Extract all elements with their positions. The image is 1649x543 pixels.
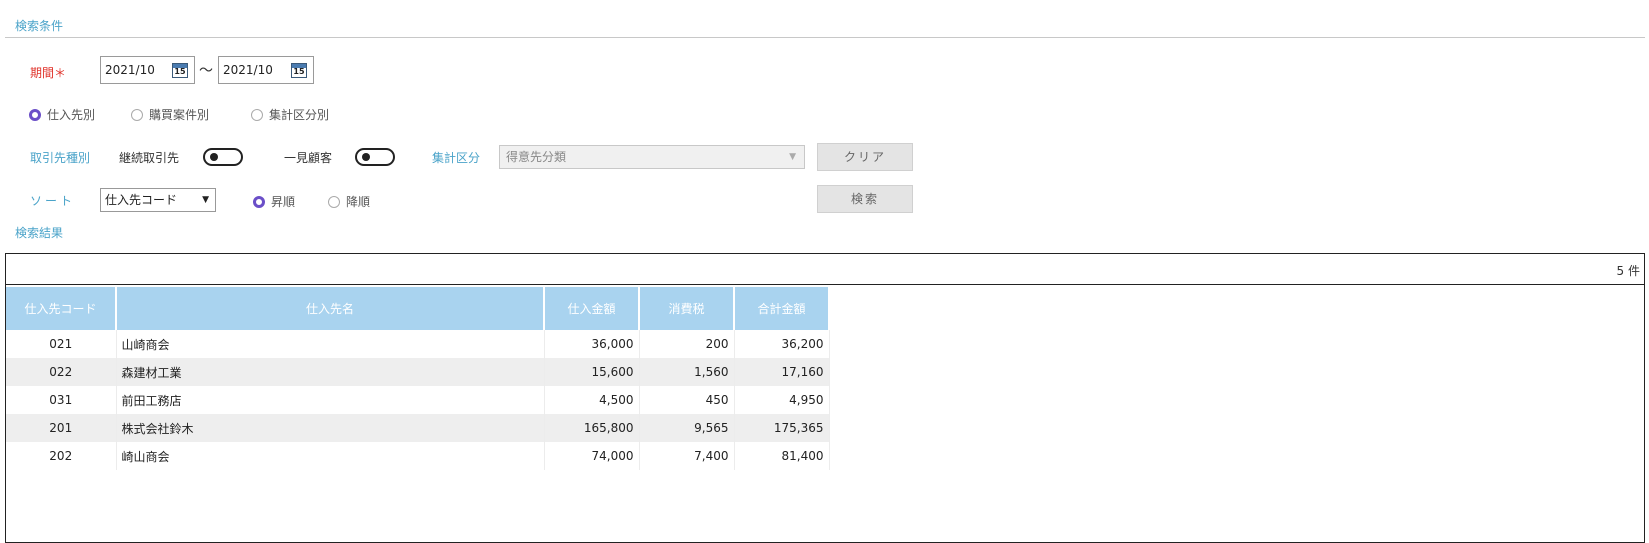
cell-total: 36,200 — [734, 330, 830, 358]
results-table: 仕入先コード 仕入先名 仕入金額 消費税 合計金額 021 山崎商会 36,00… — [6, 287, 830, 470]
period-from-value: 2021/10 — [105, 63, 155, 77]
aggregation-label: 集計区分 — [432, 151, 481, 165]
radio-sort-ascending[interactable]: 昇順 — [253, 193, 295, 210]
cell-supplier-name: 前田工務店 — [116, 386, 545, 414]
clear-button[interactable]: クリア — [817, 143, 913, 171]
divider — [5, 37, 1645, 38]
search-button[interactable]: 検索 — [817, 185, 913, 213]
radio-group-by-purchase-case[interactable]: 購買案件別 — [131, 106, 209, 123]
sort-select[interactable]: 仕入先コード ▼ — [100, 188, 216, 212]
period-label-text: 期間 — [30, 66, 55, 80]
walkin-customer-toggle[interactable] — [355, 148, 395, 166]
column-header-supplier-name[interactable]: 仕入先名 — [116, 287, 545, 330]
aggregation-value: 得意先分類 — [506, 150, 567, 164]
cell-purchase-amount: 74,000 — [544, 442, 640, 470]
radio-unselected-icon — [328, 195, 340, 208]
cell-tax: 1,560 — [639, 358, 735, 386]
sort-value: 仕入先コード — [105, 193, 178, 207]
radio-label: 仕入先別 — [47, 108, 96, 122]
result-count: 5 件 — [1616, 264, 1640, 278]
cell-supplier-code: 022 — [6, 358, 117, 386]
sort-label: ソート — [30, 194, 76, 208]
calendar-icon[interactable]: 15 — [291, 63, 307, 78]
cell-tax: 9,565 — [639, 414, 735, 442]
cell-supplier-name: 株式会社鈴木 — [116, 414, 545, 442]
search-conditions-title: 検索条件 — [15, 19, 64, 33]
radio-label: 購買案件別 — [149, 108, 210, 122]
period-to-value: 2021/10 — [223, 63, 273, 77]
cell-tax: 7,400 — [639, 442, 735, 470]
radio-selected-icon — [253, 195, 265, 208]
results-panel: 5 件 仕入先コード 仕入先名 仕入金額 消費税 合計金額 021 山崎商会 3… — [5, 253, 1645, 543]
cell-supplier-name: 山崎商会 — [116, 330, 545, 358]
table-row[interactable]: 021 山崎商会 36,000 200 36,200 — [6, 330, 830, 358]
continuous-customer-toggle[interactable] — [203, 148, 243, 166]
column-header-total[interactable]: 合計金額 — [734, 287, 830, 330]
table-row[interactable]: 031 前田工務店 4,500 450 4,950 — [6, 386, 830, 414]
cell-purchase-amount: 165,800 — [544, 414, 640, 442]
cell-total: 81,400 — [734, 442, 830, 470]
table-row[interactable]: 022 森建材工業 15,600 1,560 17,160 — [6, 358, 830, 386]
customer-type-label: 取引先種別 — [30, 151, 91, 165]
radio-group-by-supplier[interactable]: 仕入先別 — [29, 106, 95, 123]
radio-group-by-aggregation[interactable]: 集計区分別 — [251, 106, 329, 123]
radio-unselected-icon — [131, 108, 143, 121]
radio-label: 降順 — [346, 195, 371, 209]
period-separator: ～ — [199, 63, 213, 79]
toggle-knob — [210, 153, 218, 161]
radio-label: 昇順 — [271, 195, 296, 209]
radio-label: 集計区分別 — [269, 108, 330, 122]
calendar-day: 15 — [293, 67, 305, 76]
continuous-customer-label: 継続取引先 — [119, 151, 180, 165]
radio-sort-descending[interactable]: 降順 — [328, 193, 370, 210]
period-label: 期間＊ — [30, 64, 66, 81]
table-row[interactable]: 202 崎山商会 74,000 7,400 81,400 — [6, 442, 830, 470]
cell-supplier-name: 森建材工業 — [116, 358, 545, 386]
chevron-down-icon: ▼ — [202, 195, 209, 205]
column-header-supplier-code[interactable]: 仕入先コード — [6, 287, 117, 330]
cell-supplier-code: 201 — [6, 414, 117, 442]
cell-supplier-code: 202 — [6, 442, 117, 470]
period-to-field[interactable]: 2021/10 15 — [218, 56, 314, 84]
table-row[interactable]: 201 株式会社鈴木 165,800 9,565 175,365 — [6, 414, 830, 442]
radio-selected-icon — [29, 108, 41, 121]
aggregation-select[interactable]: 得意先分類 ▼ — [499, 145, 805, 169]
cell-purchase-amount: 15,600 — [544, 358, 640, 386]
calendar-day: 15 — [174, 67, 186, 76]
period-from-field[interactable]: 2021/10 15 — [100, 56, 195, 84]
table-header-row: 仕入先コード 仕入先名 仕入金額 消費税 合計金額 — [6, 287, 830, 330]
cell-supplier-name: 崎山商会 — [116, 442, 545, 470]
cell-supplier-code: 031 — [6, 386, 117, 414]
cell-purchase-amount: 4,500 — [544, 386, 640, 414]
calendar-icon[interactable]: 15 — [172, 63, 188, 78]
toggle-knob — [362, 153, 370, 161]
radio-unselected-icon — [251, 108, 263, 121]
cell-total: 4,950 — [734, 386, 830, 414]
column-header-purchase-amount[interactable]: 仕入金額 — [544, 287, 640, 330]
cell-total: 175,365 — [734, 414, 830, 442]
result-count-bar: 5 件 — [6, 254, 1644, 285]
chevron-down-icon: ▼ — [789, 152, 796, 162]
column-header-tax[interactable]: 消費税 — [639, 287, 735, 330]
cell-tax: 200 — [639, 330, 735, 358]
cell-supplier-code: 021 — [6, 330, 117, 358]
cell-tax: 450 — [639, 386, 735, 414]
cell-total: 17,160 — [734, 358, 830, 386]
walkin-customer-label: 一見顧客 — [284, 151, 333, 165]
required-mark: ＊ — [54, 66, 67, 80]
search-results-title: 検索結果 — [15, 226, 64, 240]
cell-purchase-amount: 36,000 — [544, 330, 640, 358]
